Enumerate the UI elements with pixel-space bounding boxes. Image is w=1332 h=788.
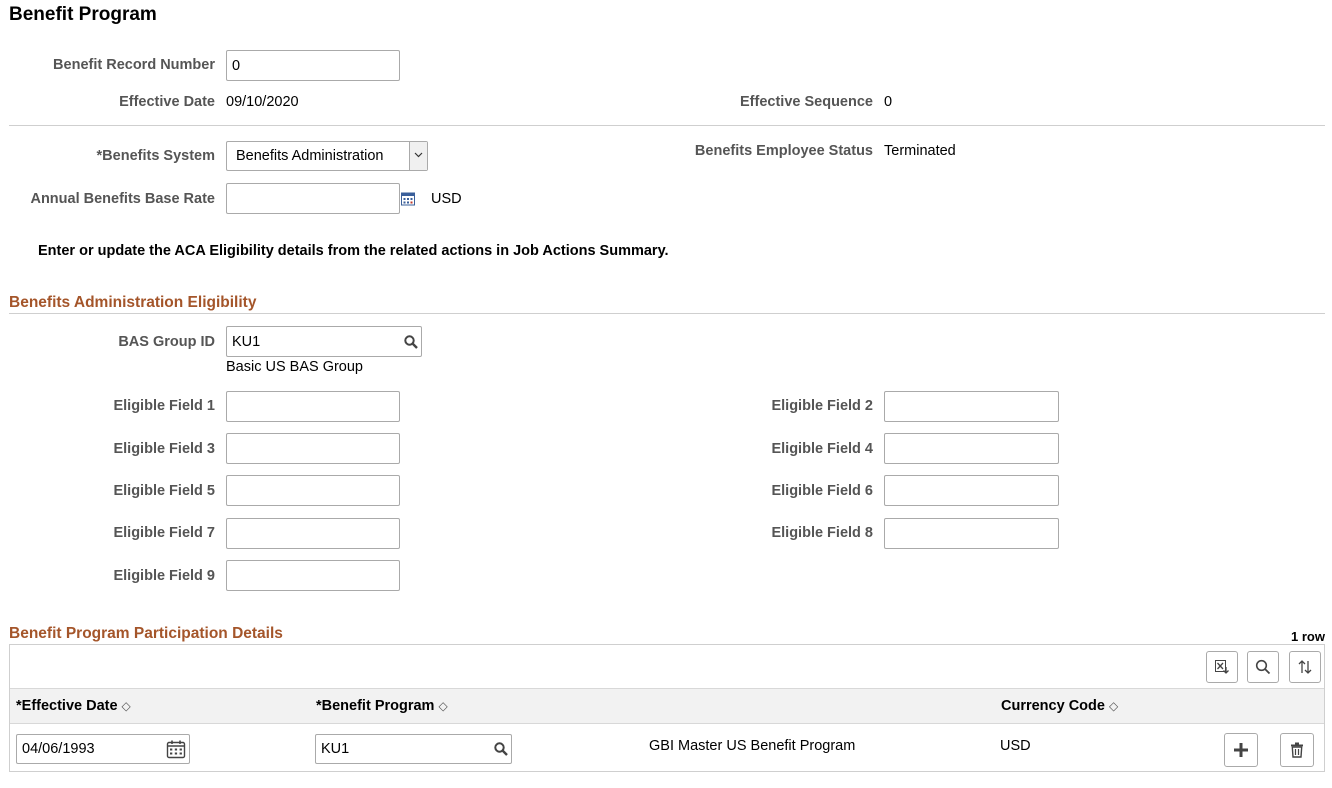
sort-icon[interactable] — [1289, 651, 1321, 683]
eligible-field-1-input[interactable] — [226, 391, 400, 422]
eligible-field-2-label: Eligible Field 2 — [771, 398, 873, 414]
bas-group-id-input[interactable] — [226, 326, 422, 357]
row-benefit-program-field — [315, 734, 512, 764]
bas-group-id-label: BAS Group ID — [118, 334, 215, 350]
column-effective-date-label: *Effective Date — [16, 698, 118, 714]
eligible-field-2-input[interactable] — [884, 391, 1059, 422]
row-count: 1 row — [1291, 629, 1325, 644]
delete-row-icon[interactable] — [1280, 733, 1314, 767]
column-effective-date[interactable]: *Effective Date ◇ — [16, 698, 131, 714]
divider — [9, 125, 1325, 126]
export-icon[interactable] — [1206, 651, 1238, 683]
divider — [9, 313, 1325, 314]
eligible-field-5-label: Eligible Field 5 — [113, 483, 215, 499]
lookup-icon[interactable] — [400, 326, 422, 357]
benefits-employee-status-value: Terminated — [884, 143, 956, 159]
benefit-record-number-label: Benefit Record Number — [53, 57, 215, 73]
row-benefit-program-input[interactable] — [315, 734, 512, 764]
grid-toolbar — [10, 645, 1324, 688]
eligible-field-5-input[interactable] — [226, 475, 400, 506]
sort-indicator-icon: ◇ — [121, 699, 131, 713]
effective-sequence-label: Effective Sequence — [740, 94, 873, 110]
column-currency-code[interactable]: Currency Code ◇ — [1001, 698, 1118, 714]
participation-section-title: Benefit Program Participation Details — [9, 625, 283, 642]
effective-sequence-value: 0 — [884, 94, 893, 110]
benefits-system-value: Benefits Administration — [236, 148, 384, 164]
bas-group-description: Basic US BAS Group — [226, 359, 363, 375]
eligible-field-3-label: Eligible Field 3 — [113, 441, 215, 457]
eligible-field-3-input[interactable] — [226, 433, 400, 464]
calculator-icon[interactable] — [401, 192, 415, 206]
eligible-field-6-label: Eligible Field 6 — [771, 483, 873, 499]
eligibility-section-title: Benefits Administration Eligibility — [9, 294, 257, 311]
row-effective-date-field — [16, 734, 190, 764]
eligible-field-8-input[interactable] — [884, 518, 1059, 549]
add-row-icon[interactable] — [1224, 733, 1258, 767]
row-effective-date-input[interactable] — [16, 734, 190, 764]
annual-base-rate-label: Annual Benefits Base Rate — [30, 191, 215, 207]
benefit-record-number-input[interactable] — [226, 50, 400, 81]
base-rate-currency: USD — [431, 191, 462, 207]
eligible-field-9-label: Eligible Field 9 — [113, 568, 215, 584]
column-benefit-program[interactable]: *Benefit Program ◇ — [316, 698, 448, 714]
find-icon[interactable] — [1247, 651, 1279, 683]
lookup-icon[interactable] — [490, 734, 512, 764]
eligible-field-7-label: Eligible Field 7 — [113, 525, 215, 541]
eligible-field-4-input[interactable] — [884, 433, 1059, 464]
column-currency-code-label: Currency Code — [1001, 698, 1105, 714]
bas-group-id-field — [226, 326, 422, 357]
eligible-field-9-input[interactable] — [226, 560, 400, 591]
participation-grid: *Effective Date ◇ *Benefit Program ◇ Curre… — [9, 644, 1325, 772]
sort-indicator-icon: ◇ — [1108, 699, 1119, 713]
page-title: Benefit Program — [9, 4, 157, 25]
effective-date-value: 09/10/2020 — [226, 94, 299, 110]
eligible-field-8-label: Eligible Field 8 — [771, 525, 873, 541]
benefits-employee-status-label: Benefits Employee Status — [694, 143, 873, 159]
grid-header: *Effective Date ◇ *Benefit Program ◇ Curre… — [10, 688, 1324, 724]
column-benefit-program-label: *Benefit Program — [316, 698, 435, 714]
eligible-field-6-input[interactable] — [884, 475, 1059, 506]
benefits-system-select[interactable]: Benefits Administration — [226, 141, 428, 171]
row-program-description: GBI Master US Benefit Program — [649, 738, 856, 754]
eligible-field-4-label: Eligible Field 4 — [771, 441, 873, 457]
aca-eligibility-note: Enter or update the ACA Eligibility deta… — [38, 243, 669, 259]
chevron-down-icon — [409, 142, 427, 170]
effective-date-label: Effective Date — [119, 94, 215, 110]
benefits-system-label: *Benefits System — [96, 148, 215, 164]
row-currency-code: USD — [1000, 738, 1031, 754]
annual-base-rate-input[interactable] — [226, 183, 400, 214]
sort-indicator-icon: ◇ — [438, 699, 448, 713]
eligible-field-1-label: Eligible Field 1 — [113, 398, 215, 414]
calendar-icon[interactable] — [166, 739, 186, 759]
eligible-field-7-input[interactable] — [226, 518, 400, 549]
